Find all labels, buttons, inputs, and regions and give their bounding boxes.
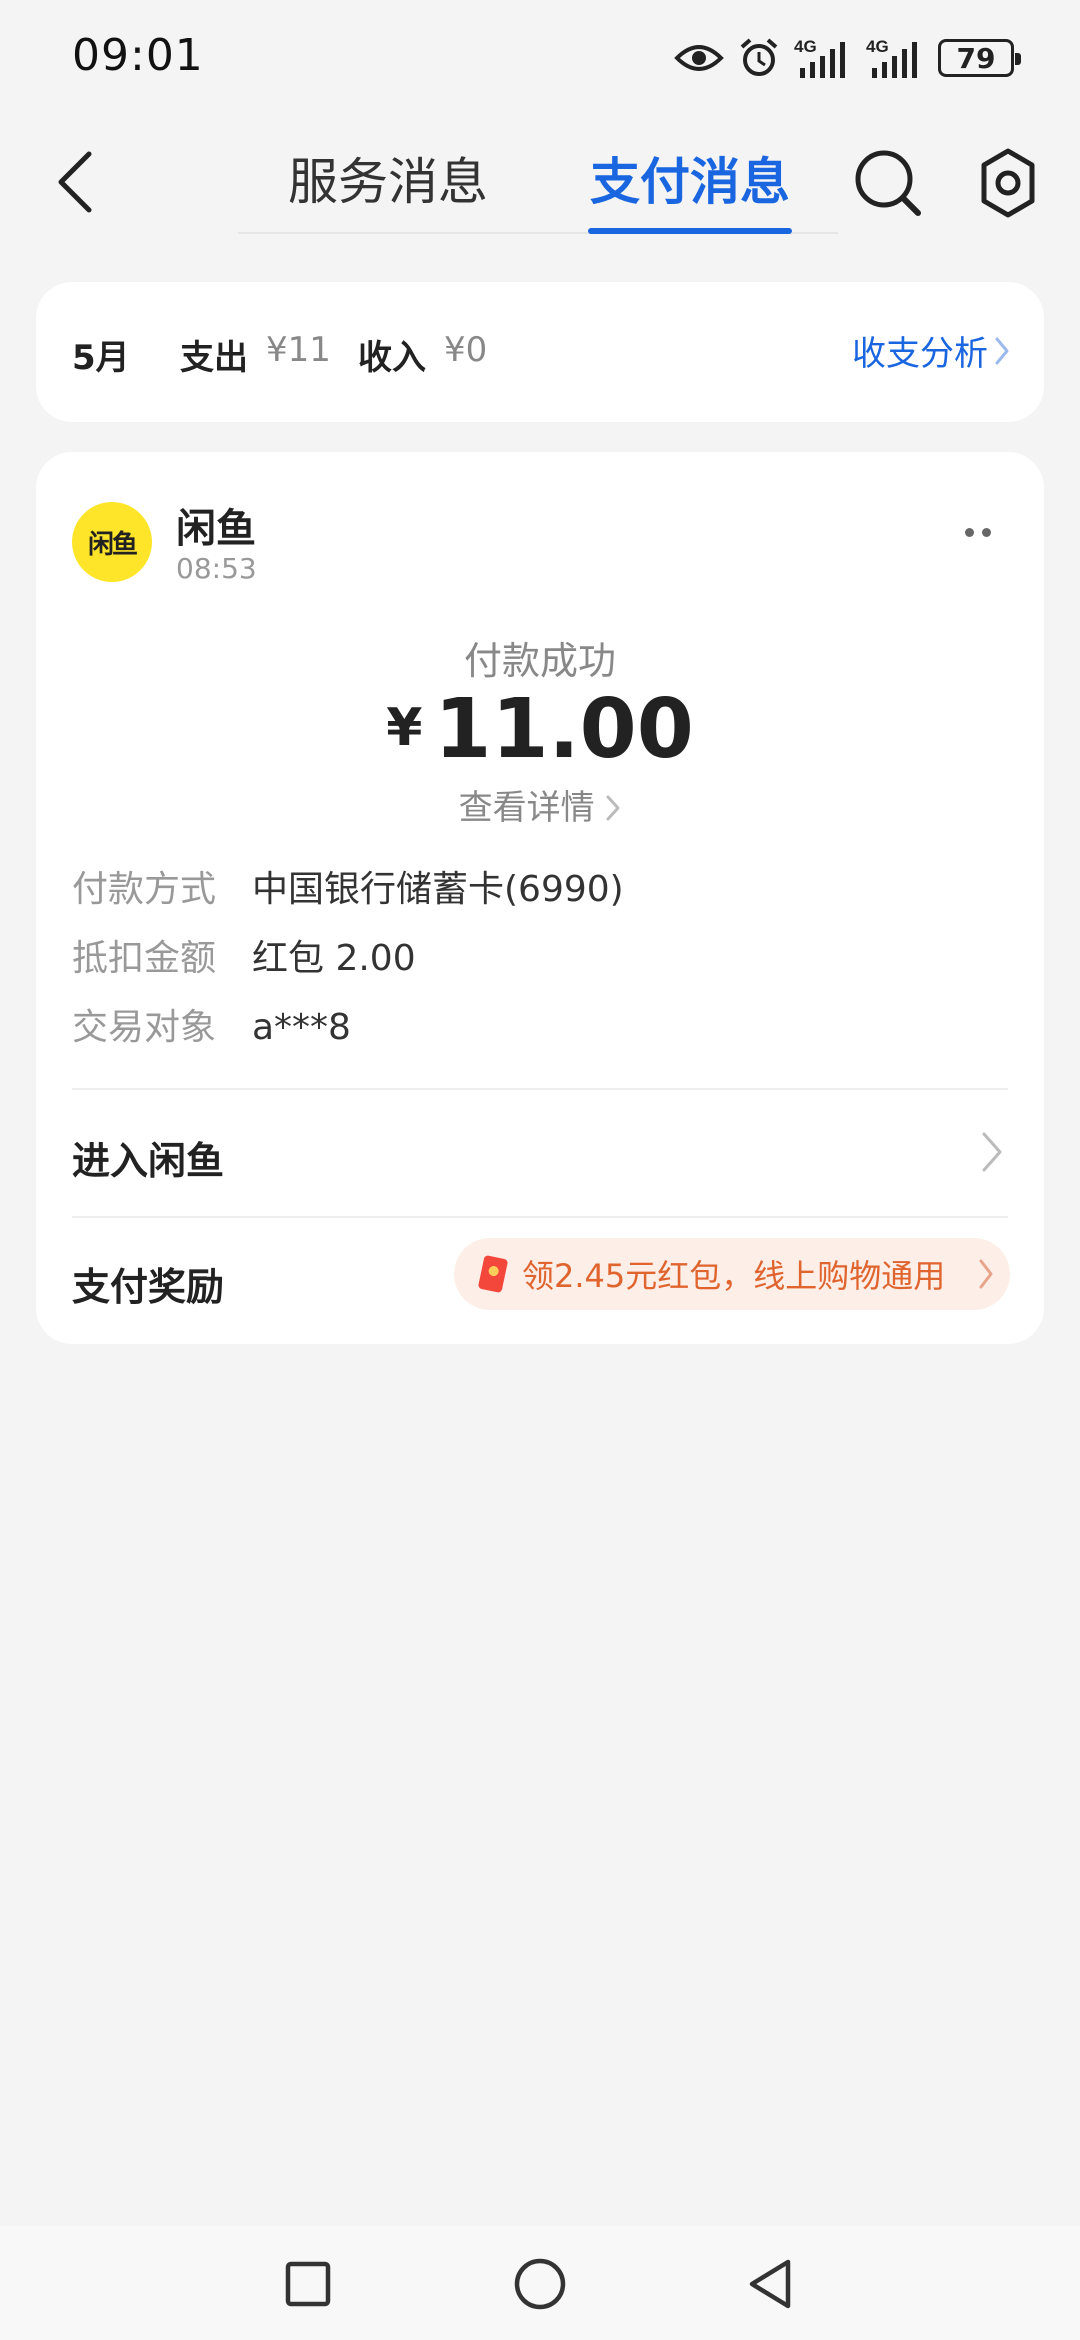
chevron-right-icon [979, 1259, 993, 1289]
counterparty-value: a***8 [252, 1007, 351, 1048]
payment-method-row: 付款方式 中国银行储蓄卡(6990) [72, 860, 624, 912]
deduction-row: 抵扣金额 红包 2.00 [72, 929, 416, 981]
more-dot-icon [982, 527, 991, 537]
income-label: 收入 [358, 338, 426, 378]
eye-icon [674, 45, 724, 71]
chevron-left-icon [58, 151, 92, 213]
signal-4g-icon: 4G [866, 37, 917, 78]
message-time: 08:53 [176, 552, 257, 585]
tab-active-indicator [588, 228, 792, 234]
more-options-button[interactable] [948, 512, 1008, 552]
red-packet-icon [478, 1255, 508, 1293]
signal-4g-icon: 4G [794, 37, 845, 78]
amount-value: 11.00 [434, 682, 694, 777]
battery-level: 79 [956, 41, 996, 75]
analysis-link[interactable]: 收支分析 [852, 326, 1010, 375]
income-value: ¥0 [444, 330, 488, 370]
payment-status: 付款成功 [463, 639, 616, 683]
counterparty-label: 交易对象 [72, 1007, 217, 1048]
gear-icon [981, 148, 1035, 218]
payment-amount: ¥11.00 [36, 682, 1044, 777]
counterparty-row: 交易对象 a***8 [72, 998, 351, 1050]
chevron-right-icon [982, 1132, 1002, 1172]
alarm-icon [740, 38, 778, 76]
enter-merchant-row[interactable]: 进入闲鱼 [36, 1090, 1044, 1216]
header: 服务消息 支付消息 [0, 120, 1080, 240]
enter-merchant-label: 进入闲鱼 [72, 1139, 225, 1183]
more-dot-icon [965, 527, 974, 537]
search-button[interactable] [850, 145, 926, 221]
view-detail-label: 查看详情 [458, 788, 595, 828]
triangle-back-icon [749, 2259, 791, 2309]
chevron-right-icon [606, 795, 620, 821]
tab-service-messages[interactable]: 服务消息 [288, 142, 488, 222]
expense-value: ¥11 [266, 330, 331, 370]
merchant-logo: 闲鱼 [72, 502, 152, 582]
currency-symbol: ¥ [386, 698, 423, 758]
monthly-summary-card: 5月 支出 ¥11 收入 ¥0 收支分析 [36, 282, 1044, 422]
nav-back-button[interactable] [740, 2254, 800, 2314]
battery-icon: 79 [938, 39, 1021, 77]
payment-message-card: 闲鱼 闲鱼 08:53 付款成功 ¥11.00 查看详情 付款方式 中国银行储蓄卡… [36, 452, 1044, 1344]
home-button[interactable] [510, 2254, 570, 2314]
chevron-right-icon [995, 337, 1009, 364]
settings-button[interactable] [970, 145, 1046, 221]
tab-payment-messages[interactable]: 支付消息 [590, 142, 790, 222]
svg-text:4G: 4G [866, 37, 889, 56]
reward-label: 支付奖励 [72, 1265, 225, 1309]
payment-method-value: 中国银行储蓄卡(6990) [252, 869, 624, 910]
reward-red-packet-button[interactable]: 领2.45元红包，线上购物通用 [454, 1238, 1010, 1310]
back-button[interactable] [40, 142, 110, 222]
system-nav-bar [0, 2226, 1080, 2340]
payment-reward-row: 支付奖励 领2.45元红包，线上购物通用 [36, 1218, 1044, 1344]
expense-label: 支出 [180, 338, 248, 378]
view-detail-link[interactable]: 查看详情 [36, 780, 1044, 829]
recent-apps-button[interactable] [278, 2254, 338, 2314]
status-icons: 4G 4G 79 [674, 34, 1021, 82]
circle-icon [514, 2258, 566, 2310]
summary-month: 5月 [72, 338, 130, 378]
payment-method-label: 付款方式 [72, 869, 217, 910]
status-bar: 09:01 4G 4G 79 [0, 0, 1080, 120]
status-time: 09:01 [72, 30, 204, 81]
reward-text: 领2.45元红包，线上购物通用 [522, 1257, 946, 1295]
svg-text:4G: 4G [794, 37, 817, 56]
analysis-link-label: 收支分析 [852, 334, 988, 374]
deduction-value: 红包 2.00 [252, 938, 416, 979]
search-icon [855, 150, 921, 216]
deduction-label: 抵扣金额 [72, 938, 217, 979]
merchant-name: 闲鱼 [176, 506, 256, 552]
square-icon [285, 2261, 331, 2307]
